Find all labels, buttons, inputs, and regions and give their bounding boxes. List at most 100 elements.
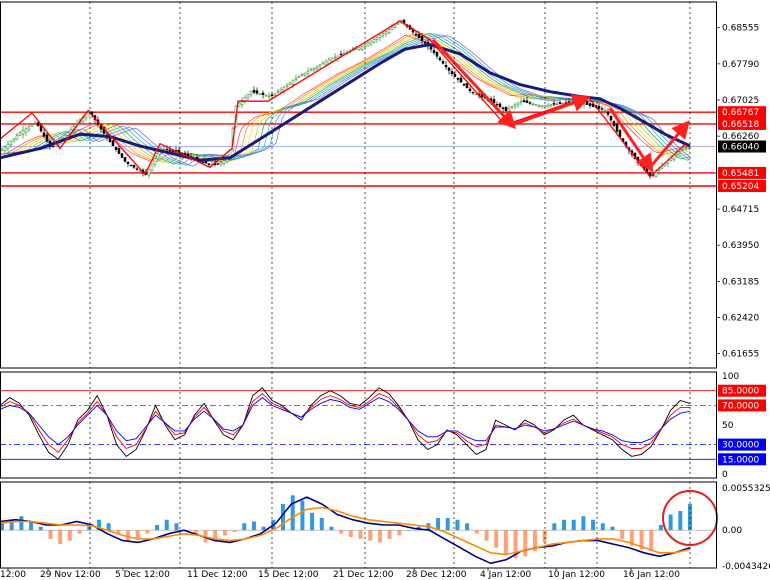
candle-body bbox=[540, 105, 544, 107]
candle-body bbox=[255, 90, 259, 94]
macd-histogram-bar bbox=[242, 523, 247, 531]
macd-histogram-bar bbox=[591, 519, 596, 531]
candle-body bbox=[471, 91, 475, 94]
macd-histogram-bar bbox=[562, 519, 567, 531]
macd-histogram-bar bbox=[290, 495, 295, 531]
macd-histogram-bar bbox=[48, 530, 53, 539]
x-axis-label: 28 Dec 12:00 bbox=[406, 570, 467, 580]
candle-body bbox=[42, 132, 46, 137]
candle-body bbox=[132, 164, 136, 168]
candle-body bbox=[285, 84, 289, 87]
candle-body bbox=[204, 160, 208, 164]
candle-body bbox=[681, 147, 685, 150]
candle-body bbox=[468, 88, 472, 92]
candle-body bbox=[156, 153, 160, 160]
candle-body bbox=[276, 91, 280, 93]
macd-histogram-bar bbox=[300, 500, 305, 531]
x-axis-label: 5 Dec 12:00 bbox=[115, 570, 170, 580]
candle-body bbox=[441, 61, 445, 64]
candle-body bbox=[45, 134, 49, 142]
candle-body bbox=[273, 93, 277, 96]
macd-histogram-bar bbox=[310, 512, 315, 531]
macd-histogram-bar bbox=[135, 530, 140, 539]
candle-body bbox=[438, 57, 442, 61]
macd-histogram-bar bbox=[494, 530, 499, 548]
osc-level-label: 30.0000 bbox=[722, 441, 759, 451]
candle-body bbox=[363, 44, 367, 47]
price-tick-label: 0.64715 bbox=[722, 205, 759, 215]
candle-body bbox=[522, 100, 526, 103]
candle-body bbox=[246, 94, 250, 99]
candle-body bbox=[528, 102, 532, 104]
candle-body bbox=[597, 105, 601, 109]
candle-body bbox=[258, 93, 262, 95]
macd-histogram-bar bbox=[19, 516, 24, 531]
candle-body bbox=[327, 59, 331, 64]
candle-body bbox=[138, 170, 142, 172]
candle-body bbox=[219, 161, 223, 165]
candle-body bbox=[387, 29, 391, 33]
macd-tick-label: 0.00 bbox=[722, 526, 742, 536]
x-axis-label: 15 Dec 12:00 bbox=[258, 570, 319, 580]
macd-histogram-bar bbox=[620, 530, 625, 539]
candle-body bbox=[510, 106, 514, 108]
candle-body bbox=[606, 111, 610, 115]
candle-body bbox=[66, 132, 70, 136]
candle-body bbox=[288, 82, 292, 85]
macd-histogram-bar bbox=[600, 523, 605, 531]
macd-histogram-bar bbox=[261, 526, 266, 531]
macd-histogram-bar bbox=[445, 517, 450, 531]
candle-body bbox=[114, 147, 118, 150]
macd-histogram-bar bbox=[38, 526, 43, 531]
candle-body bbox=[612, 121, 616, 126]
macd-histogram-bar bbox=[339, 530, 344, 534]
macd-histogram-bar bbox=[67, 530, 72, 541]
candle-body bbox=[354, 48, 358, 50]
candle-body bbox=[504, 106, 508, 111]
candle-body bbox=[303, 72, 307, 76]
candle-body bbox=[261, 92, 265, 95]
osc-level-label: 70.0000 bbox=[722, 401, 759, 411]
candle-body bbox=[543, 105, 547, 108]
macd-tick-label: -0.0043426 bbox=[722, 562, 770, 572]
macd-histogram-bar bbox=[348, 530, 353, 538]
macd-tick-label: 0.0055325 bbox=[722, 484, 770, 494]
candle-body bbox=[9, 141, 13, 145]
candle-body bbox=[312, 67, 316, 71]
price-tag-label: 0.66518 bbox=[722, 120, 759, 130]
price-tag-label: 0.65204 bbox=[722, 182, 759, 192]
candle-body bbox=[456, 77, 460, 80]
candle-body bbox=[453, 73, 457, 77]
candle-body bbox=[282, 86, 286, 92]
candle-body bbox=[153, 158, 157, 165]
candle-body bbox=[357, 47, 361, 51]
macd-histogram-bar bbox=[542, 530, 547, 543]
candle-body bbox=[420, 35, 424, 41]
macd-histogram-bar bbox=[222, 530, 227, 536]
price-tick-label: 0.61655 bbox=[722, 350, 759, 360]
candle-body bbox=[384, 31, 388, 35]
macd-histogram-bar bbox=[377, 530, 382, 543]
x-axis-label: 29 Nov 12:00 bbox=[40, 570, 101, 580]
candle-body bbox=[516, 102, 520, 105]
x-axis-label: 10 Jan 12:00 bbox=[548, 570, 605, 580]
macd-histogram-bar bbox=[58, 530, 63, 545]
candle-body bbox=[465, 82, 469, 89]
macd-histogram-bar bbox=[455, 519, 460, 531]
candle-body bbox=[321, 62, 325, 65]
candle-body bbox=[381, 33, 385, 36]
osc-tick-label: 0 bbox=[722, 470, 728, 480]
macd-histogram-bar bbox=[368, 530, 373, 541]
candle-body bbox=[375, 37, 379, 40]
candle-body bbox=[126, 162, 130, 164]
candle-body bbox=[21, 130, 25, 135]
candle-body bbox=[609, 116, 613, 121]
candle-body bbox=[270, 94, 274, 96]
candle-body bbox=[36, 122, 40, 127]
macd-histogram-bar bbox=[406, 530, 411, 531]
candle-body bbox=[117, 148, 121, 154]
candle-body bbox=[297, 76, 301, 78]
candle-body bbox=[300, 74, 304, 76]
macd-histogram-bar bbox=[29, 521, 34, 531]
candle-body bbox=[306, 71, 310, 74]
